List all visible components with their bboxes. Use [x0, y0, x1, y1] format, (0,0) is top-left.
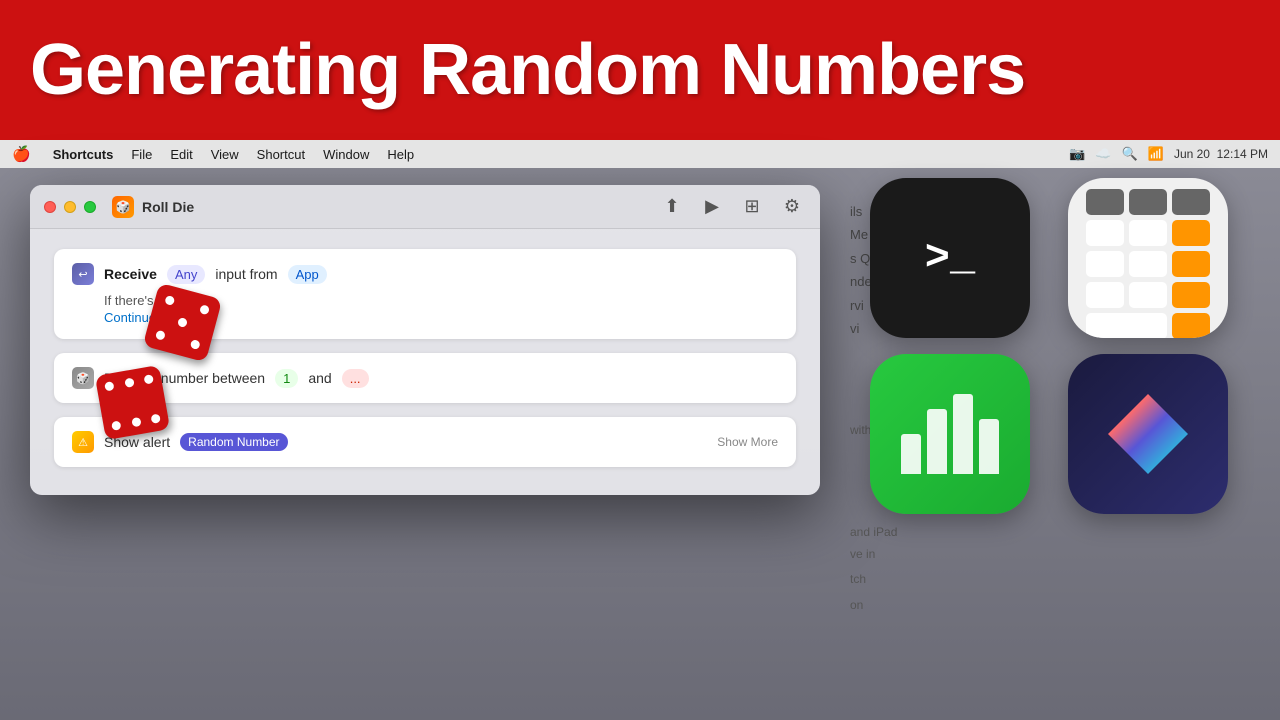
window-title-text: Roll Die: [142, 199, 194, 215]
number-2-pill[interactable]: ...: [342, 369, 369, 388]
numbers-app-icon[interactable]: [870, 354, 1030, 514]
apple-menu[interactable]: 🍎: [12, 145, 31, 163]
title-banner: Generating Random Numbers: [0, 0, 1280, 140]
main-title: Generating Random Numbers: [30, 29, 1025, 111]
close-button[interactable]: [44, 201, 56, 213]
numbers-chart: [901, 394, 999, 474]
random-number-badge[interactable]: Random Number: [180, 433, 287, 451]
menubar-right: 📷 ☁️ 🔍 📶 Jun 20 12:14 PM: [1069, 146, 1268, 162]
random-block: 🎲 Random number between 1 and ...: [54, 353, 796, 403]
window-app-icon: 🎲: [112, 196, 134, 218]
menu-icon-cloud: ☁️: [1095, 146, 1111, 162]
menu-datetime: Jun 20 12:14 PM: [1174, 147, 1268, 161]
calc-btn-0: [1086, 313, 1167, 338]
shortcuts-app-icon[interactable]: [1068, 354, 1228, 514]
play-button[interactable]: ▶: [698, 193, 726, 221]
shortcut-content: ↩ Receive Any input from App If there's …: [30, 229, 820, 487]
menu-file[interactable]: File: [131, 147, 152, 162]
maximize-button[interactable]: [84, 201, 96, 213]
chart-bar-3: [953, 394, 973, 474]
calc-btn-8: [1129, 220, 1167, 246]
terminal-prompt: >_: [925, 234, 975, 282]
menu-icon-wifi: 📶: [1148, 146, 1164, 162]
menu-shortcut[interactable]: Shortcut: [257, 147, 305, 162]
and-text: and: [308, 370, 331, 386]
shortcuts-diamond: [1108, 394, 1188, 474]
show-more-button[interactable]: Show More: [717, 435, 778, 449]
random-row: 🎲 Random number between 1 and ...: [72, 367, 778, 389]
menu-edit[interactable]: Edit: [170, 147, 192, 162]
menu-icon-location: 🔍: [1122, 146, 1138, 162]
receive-icon: ↩: [72, 263, 94, 285]
calc-btn-7: [1086, 220, 1124, 246]
minimize-button[interactable]: [64, 201, 76, 213]
calc-btn-4: [1086, 251, 1124, 277]
random-icon: 🎲: [72, 367, 94, 389]
calc-btn-sub: [1172, 282, 1210, 308]
calc-btn-div: [1172, 220, 1210, 246]
number-1-pill[interactable]: 1: [275, 369, 298, 388]
settings-button[interactable]: ⚙: [778, 193, 806, 221]
menu-shortcuts[interactable]: Shortcuts: [53, 147, 114, 162]
window-toolbar-right: ⬆ ▶ ⊞ ⚙: [658, 193, 806, 221]
alert-icon: ⚠: [72, 431, 94, 453]
add-button[interactable]: ⊞: [738, 193, 766, 221]
menu-view[interactable]: View: [211, 147, 239, 162]
window-title: 🎲 Roll Die: [112, 196, 194, 218]
chart-bar-2: [927, 409, 947, 474]
calc-btn-2: [1129, 282, 1167, 308]
calc-btn-pct: [1172, 189, 1210, 215]
window-titlebar: 🎲 Roll Die ⬆ ▶ ⊞ ⚙: [30, 185, 820, 229]
app-icons-panel: >_: [860, 168, 1260, 718]
calc-btn-1: [1086, 282, 1124, 308]
menubar: 🍎 Shortcuts File Edit View Shortcut Wind…: [0, 140, 1280, 168]
calc-btn-mul: [1172, 251, 1210, 277]
die-2: [95, 365, 170, 440]
input-from-text: input from: [215, 266, 277, 282]
share-button[interactable]: ⬆: [658, 193, 686, 221]
calc-btn-clear: [1086, 189, 1124, 215]
source-pill[interactable]: App: [288, 265, 327, 284]
menu-window[interactable]: Window: [323, 147, 369, 162]
alert-row: ⚠ Show alert Random Number Show More: [72, 431, 778, 453]
calculator-app-icon[interactable]: [1068, 178, 1228, 338]
chart-bar-1: [901, 434, 921, 474]
calc-btn-5: [1129, 251, 1167, 277]
terminal-app-icon[interactable]: >_: [870, 178, 1030, 338]
receive-row: ↩ Receive Any input from App: [72, 263, 778, 285]
menu-icon-screen: 📷: [1069, 146, 1085, 162]
calc-buttons: [1086, 189, 1210, 338]
receive-label: Receive: [104, 266, 157, 282]
menu-help[interactable]: Help: [387, 147, 414, 162]
chart-bar-4: [979, 419, 999, 474]
any-pill[interactable]: Any: [167, 265, 205, 284]
calc-btn-sign: [1129, 189, 1167, 215]
calc-btn-add: [1172, 313, 1210, 338]
